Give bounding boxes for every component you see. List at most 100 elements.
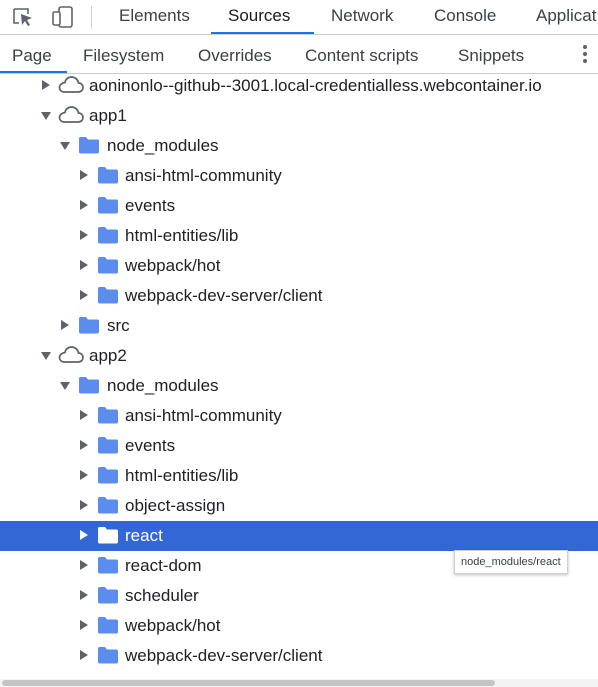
tree-item-folder[interactable]: webpack-dev-server/client [0, 641, 598, 671]
inspect-element-icon[interactable] [11, 6, 35, 28]
folder-icon [97, 196, 119, 214]
scrollbar-thumb[interactable] [2, 680, 495, 686]
tree-item-label: webpack/hot [125, 256, 221, 275]
tree-item-origin[interactable]: app1 [0, 101, 598, 131]
toolbar-divider [91, 6, 92, 28]
folder-icon [97, 406, 119, 424]
subtab-overrides[interactable]: Overrides [198, 35, 272, 73]
tree-item-folder[interactable]: node_modules [0, 371, 598, 401]
tree-item-folder[interactable]: object-assign [0, 491, 598, 521]
folder-icon [97, 556, 119, 574]
expand-arrow-right-icon[interactable] [80, 470, 88, 480]
tree-item-folder[interactable]: webpack/hot [0, 611, 598, 641]
tree-item-label: node_modules [107, 136, 219, 155]
tab-console[interactable]: Console [434, 0, 496, 34]
tree-item-label: scheduler [125, 586, 199, 605]
active-subtab-indicator [0, 71, 67, 73]
tree-item-label: events [125, 436, 176, 455]
active-tab-indicator [211, 32, 314, 34]
tree-item-label: react-dom [125, 556, 202, 575]
folder-icon [97, 526, 119, 544]
tree-item-folder[interactable]: html-entities/lib [0, 461, 598, 491]
expand-arrow-right-icon[interactable] [80, 560, 88, 570]
expand-arrow-right-icon[interactable] [80, 230, 88, 240]
expand-arrow-down-icon[interactable] [41, 352, 51, 360]
expand-arrow-right-icon[interactable] [80, 200, 88, 210]
expand-arrow-right-icon[interactable] [80, 590, 88, 600]
tree-item-label: html-entities/lib [125, 466, 239, 485]
tree-item-folder[interactable]: ansi-html-community [0, 401, 598, 431]
tree-item-label: events [125, 196, 176, 215]
tree-item-folder[interactable]: html-entities/lib [0, 221, 598, 251]
tree-item-label: aoninonlo--github--3001.local-credential… [89, 76, 542, 95]
file-tree: aoninonlo--github--3001.local-credential… [0, 74, 598, 678]
folder-icon [78, 136, 100, 154]
expand-arrow-right-icon[interactable] [80, 530, 88, 540]
expand-arrow-right-icon[interactable] [80, 440, 88, 450]
subtab-filesystem[interactable]: Filesystem [83, 35, 164, 73]
expand-arrow-right-icon[interactable] [42, 80, 50, 90]
tree-item-label: app1 [89, 106, 127, 125]
tree-item-folder[interactable]: events [0, 431, 598, 461]
tree-item-label: webpack-dev-server/client [125, 646, 323, 665]
tree-item-origin[interactable]: aoninonlo--github--3001.local-credential… [0, 74, 598, 101]
expand-arrow-right-icon[interactable] [80, 500, 88, 510]
expand-arrow-right-icon[interactable] [61, 320, 69, 330]
tree-item-folder[interactable]: scheduler [0, 581, 598, 611]
tree-item-origin[interactable]: app2 [0, 341, 598, 371]
tree-item-label: webpack-dev-server/client [125, 286, 323, 305]
tab-application[interactable]: Applicat [536, 0, 596, 34]
devtools-toolbar: Elements Sources Network Console Applica… [0, 0, 598, 35]
folder-icon [97, 166, 119, 184]
tab-elements[interactable]: Elements [119, 0, 190, 34]
tree-item-label: object-assign [125, 496, 226, 515]
expand-arrow-right-icon[interactable] [80, 260, 88, 270]
tree-item-label: node_modules [107, 376, 219, 395]
expand-arrow-right-icon[interactable] [80, 170, 88, 180]
tree-item-folder[interactable]: webpack-dev-server/client [0, 281, 598, 311]
tree-item-folder[interactable]: webpack/hot [0, 251, 598, 281]
expand-arrow-right-icon[interactable] [80, 290, 88, 300]
subtab-content-scripts[interactable]: Content scripts [305, 35, 418, 73]
tab-sources[interactable]: Sources [228, 0, 290, 34]
tree-item-folder[interactable]: events [0, 191, 598, 221]
cloud-icon [57, 345, 85, 365]
tree-item-folder[interactable]: react [0, 521, 598, 551]
sources-navigator-tabs: Page Filesystem Overrides Content script… [0, 35, 598, 74]
horizontal-scrollbar[interactable] [0, 679, 598, 687]
subtab-page[interactable]: Page [12, 35, 52, 73]
device-toolbar-icon[interactable] [51, 6, 75, 28]
tree-item-label: ansi-html-community [125, 166, 282, 185]
folder-icon [97, 616, 119, 634]
cloud-icon [57, 75, 85, 95]
path-tooltip: node_modules/react [454, 550, 568, 574]
folder-icon [97, 226, 119, 244]
tree-item-label: src [107, 316, 130, 335]
subtab-snippets[interactable]: Snippets [458, 35, 524, 73]
expand-arrow-right-icon[interactable] [80, 620, 88, 630]
folder-icon [97, 256, 119, 274]
folder-icon [78, 316, 100, 334]
expand-arrow-down-icon[interactable] [41, 112, 51, 120]
tab-network[interactable]: Network [331, 0, 393, 34]
folder-icon [78, 376, 100, 394]
folder-icon [97, 646, 119, 664]
cloud-icon [57, 105, 85, 125]
expand-arrow-down-icon[interactable] [60, 142, 70, 150]
folder-icon [97, 286, 119, 304]
folder-icon [97, 466, 119, 484]
folder-icon [97, 496, 119, 514]
tree-item-folder[interactable]: ansi-html-community [0, 161, 598, 191]
tree-item-label: html-entities/lib [125, 226, 239, 245]
folder-icon [97, 436, 119, 454]
tree-item-folder[interactable]: src [0, 311, 598, 341]
tree-item-label: app2 [89, 346, 127, 365]
tree-item-label: webpack/hot [125, 616, 221, 635]
more-options-icon[interactable] [581, 45, 589, 65]
expand-arrow-down-icon[interactable] [60, 382, 70, 390]
expand-arrow-right-icon[interactable] [80, 650, 88, 660]
tree-item-folder[interactable]: node_modules [0, 131, 598, 161]
tree-item-label: ansi-html-community [125, 406, 282, 425]
folder-icon [97, 586, 119, 604]
expand-arrow-right-icon[interactable] [80, 410, 88, 420]
